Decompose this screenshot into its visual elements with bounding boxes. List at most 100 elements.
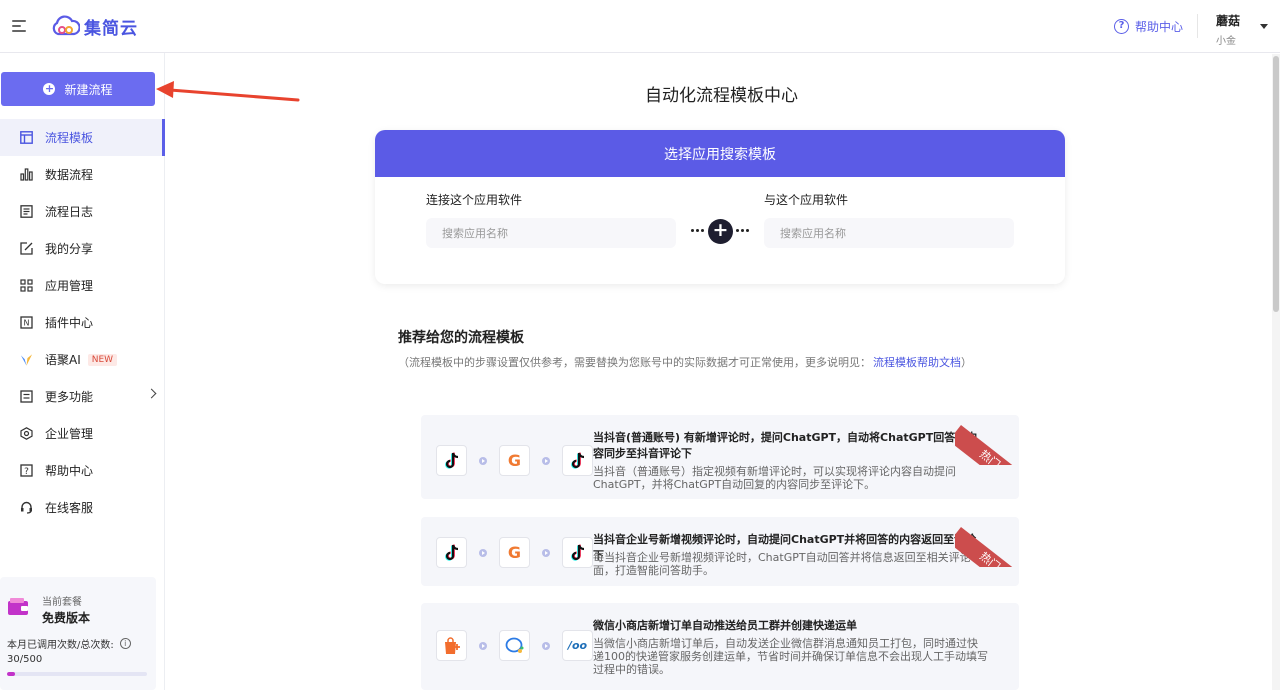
- sidebar-item-app-management[interactable]: 应用管理: [0, 267, 165, 304]
- sidebar-item-data-flows[interactable]: 数据流程: [0, 156, 165, 193]
- question-circle-icon: ?: [1114, 19, 1129, 34]
- wallet-icon: [7, 597, 29, 617]
- new-badge: NEW: [87, 353, 118, 366]
- dots-left-icon: [691, 229, 704, 232]
- template-description: 当抖音（普通账号）指定视频有新增评论时，可以实现将评论内容自动提问ChatGPT…: [593, 465, 956, 491]
- target-app-label: 与这个应用软件: [764, 193, 849, 207]
- svg-text:?: ?: [24, 467, 29, 477]
- flow-arrow-icon: [542, 641, 550, 650]
- chevron-right-icon: [146, 388, 157, 399]
- sidebar-item-more[interactable]: 更多功能: [0, 378, 165, 415]
- flow-arrow-icon: [542, 456, 550, 465]
- user-level: 小金: [1216, 36, 1236, 47]
- hot-ribbon-label: 热门: [955, 527, 1019, 567]
- page-title: 自动化流程模板中心: [645, 86, 798, 106]
- sidebar-item-logs[interactable]: 流程日志: [0, 193, 165, 230]
- tiktok-icon: [436, 537, 467, 568]
- new-flow-button[interactable]: + 新建流程: [1, 72, 155, 106]
- recommend-note: （流程模板中的步骤设置仅供参考，需要替换为您账号中的实际数据才可正常使用，更多说…: [398, 354, 972, 370]
- more-icon: [20, 390, 33, 403]
- ai-icon: [20, 353, 33, 366]
- sidebar-item-ai[interactable]: 语聚AI NEW: [0, 341, 165, 378]
- app-connector: +: [691, 219, 749, 245]
- template-description: 当微信小商店新增订单后，自动发送企业微信群消息通知员工打包，同时通过快递100的…: [593, 637, 988, 676]
- flow-arrow-icon: [479, 548, 487, 557]
- template-search-card: 选择应用搜索模板 连接这个应用软件 与这个应用软件 +: [375, 130, 1065, 284]
- sidebar-item-label: 流程日志: [45, 205, 94, 219]
- template-app-icons: G: [436, 445, 593, 476]
- sidebar-item-label: 更多功能: [45, 390, 94, 404]
- sidebar-item-enterprise[interactable]: 企业管理: [0, 415, 165, 452]
- usage-value: 30/500: [7, 654, 43, 665]
- share-edit-icon: [20, 242, 33, 255]
- template-title: 微信小商店新增订单自动推送给员工群并创建快递运单: [593, 619, 857, 632]
- scrollbar-thumb[interactable]: [1273, 56, 1279, 312]
- usage-label: 本月已调用次数/总次数: i: [7, 636, 131, 651]
- sidebar-item-label: 应用管理: [45, 279, 94, 293]
- tiktok-icon: [562, 445, 593, 476]
- cloud-logo-icon: [52, 15, 80, 36]
- tiktok-icon: [436, 445, 467, 476]
- template-card[interactable]: G 当抖音(普通账号) 有新增评论时，提问ChatGPT，自动将ChatGPT回…: [421, 415, 1019, 499]
- template-icon: [20, 131, 33, 144]
- sidebar: + 新建流程 流程模板 数据流程 流程日志 我的分享 应用管理 N 插件中心 语…: [0, 53, 165, 690]
- bar-chart-icon: [20, 168, 33, 181]
- flow-arrow-icon: [479, 641, 487, 650]
- template-card[interactable]: G 当抖音企业号新增视频评论时，自动提问ChatGPT并将回答的内容返回至评论下…: [421, 517, 1019, 586]
- menu-toggle-icon[interactable]: [12, 18, 28, 34]
- logo[interactable]: 集简云: [50, 12, 138, 40]
- wecom-icon: [499, 630, 530, 661]
- sidebar-item-label: 帮助中心: [45, 464, 94, 478]
- sidebar-item-support[interactable]: 在线客服: [0, 489, 165, 526]
- template-app-icons: G: [436, 537, 593, 568]
- sidebar-item-label: 流程模板: [45, 131, 94, 145]
- sidebar-item-label: 我的分享: [45, 242, 94, 256]
- logo-text: 集简云: [84, 18, 138, 39]
- template-help-doc-link[interactable]: 流程模板帮助文档: [873, 356, 961, 369]
- sidebar-item-shares[interactable]: 我的分享: [0, 230, 165, 267]
- chatgpt-g-icon: G: [499, 445, 530, 476]
- plan-card: 当前套餐 免费版本 本月已调用次数/总次数: i 30/500: [0, 577, 156, 690]
- help-icon: ?: [20, 464, 33, 477]
- sidebar-item-label: 企业管理: [45, 427, 94, 441]
- hot-ribbon: 热门: [955, 517, 1019, 567]
- sidebar-item-label: 语聚AI: [45, 353, 81, 367]
- template-app-icons: /oo: [436, 630, 593, 661]
- sidebar-item-label: 插件中心: [45, 316, 94, 330]
- chatgpt-g-icon: G: [499, 537, 530, 568]
- user-name: 蘑菇: [1216, 14, 1241, 28]
- annotation-arrow: [156, 81, 300, 102]
- template-card[interactable]: /oo 微信小商店新增订单自动推送给员工群并创建快递运单 当微信小商店新增订单后…: [421, 603, 1019, 690]
- plan-label: 当前套餐: [42, 597, 82, 608]
- target-app-search-input[interactable]: [764, 218, 1014, 248]
- help-center-label: 帮助中心: [1135, 20, 1184, 34]
- source-app-search-input[interactable]: [426, 218, 676, 248]
- sidebar-item-help[interactable]: ? 帮助中心: [0, 452, 165, 489]
- plan-name: 免费版本: [42, 611, 91, 625]
- plus-icon: +: [708, 219, 733, 244]
- plus-circle-icon: +: [43, 82, 56, 95]
- source-app-label: 连接这个应用软件: [426, 193, 523, 207]
- usage-label-text: 本月已调用次数/总次数:: [7, 640, 114, 651]
- header-divider: [1197, 14, 1198, 38]
- wechat-shop-icon: [436, 630, 467, 661]
- log-icon: [20, 205, 33, 218]
- sidebar-item-templates[interactable]: 流程模板: [0, 119, 165, 156]
- tiktok-icon: [562, 537, 593, 568]
- sidebar-item-label: 数据流程: [45, 168, 94, 182]
- hot-ribbon-label: 热门: [955, 425, 1019, 465]
- template-title: 当抖音(普通账号) 有新增评论时，提问ChatGPT，自动将ChatGPT回答的…: [593, 431, 978, 460]
- new-flow-label: 新建流程: [64, 82, 113, 97]
- help-center-link[interactable]: ? 帮助中心: [1114, 18, 1183, 35]
- svg-text:N: N: [24, 319, 30, 328]
- headset-icon: [20, 501, 33, 514]
- usage-progress-fill: [7, 672, 16, 676]
- dots-right-icon: [736, 229, 749, 232]
- user-menu[interactable]: 蘑菇 小金: [1216, 12, 1240, 47]
- info-icon[interactable]: i: [119, 638, 131, 649]
- search-card-header: 选择应用搜索模板: [375, 130, 1065, 177]
- caret-down-icon[interactable]: [1260, 24, 1268, 29]
- sidebar-item-plugins[interactable]: N 插件中心: [0, 304, 165, 341]
- recommend-note-suffix: ）: [961, 356, 972, 369]
- usage-progress-bar: [7, 672, 147, 676]
